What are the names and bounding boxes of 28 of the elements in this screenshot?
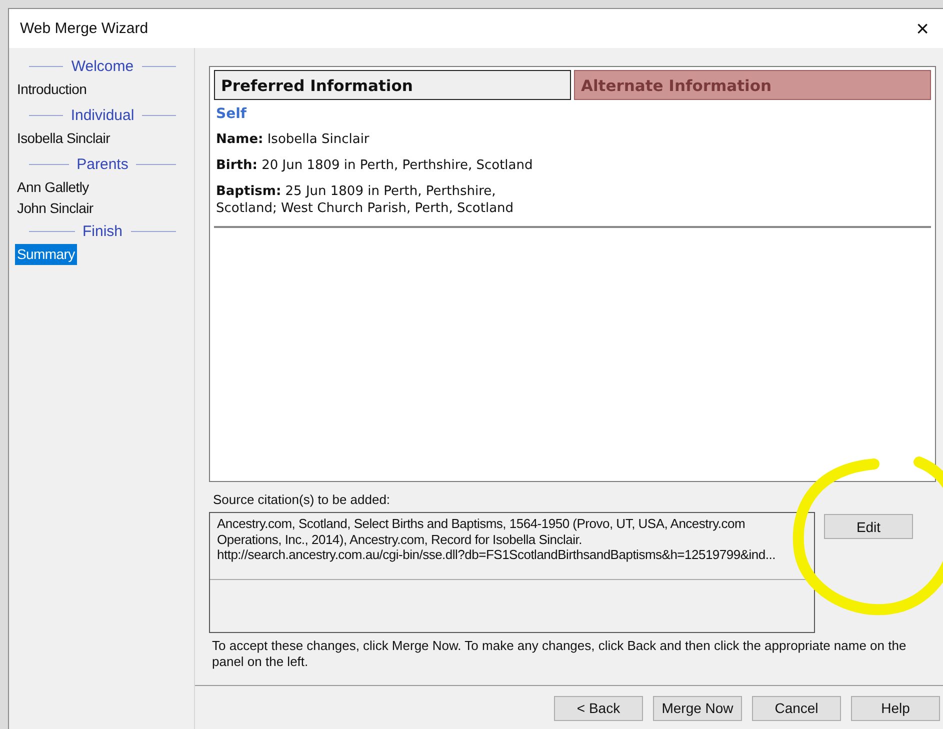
sidebar-item[interactable]: John Sinclair xyxy=(15,198,96,219)
citations-label: Source citation(s) to be added: xyxy=(213,492,390,507)
instructions-text: To accept these changes, click Merge Now. To make any changes, click Back and then click the appropriate name on the panel on the left. xyxy=(212,638,908,670)
wizard-button[interactable]: Cancel xyxy=(752,696,841,720)
close-icon[interactable]: × xyxy=(908,16,937,42)
fact-text: Baptism: 25 Jun 1809 in Perth, Perthshire, Scotland; West Church Parish, Perth, Scotland xyxy=(216,183,515,217)
citation-text: Operations, Inc., 2014), Ancestry.com, Record for Isobella Sinclair. xyxy=(217,532,582,547)
fact-text: Birth: 20 Jun 1809 in Perth, Perthshire, Scotland xyxy=(216,157,534,174)
sidebar-item[interactable]: Isobella Sinclair xyxy=(15,128,112,149)
wizard-button[interactable]: Merge Now xyxy=(653,696,742,720)
citation-text: Ancestry.com, Scotland, Select Births and Baptisms, 1564-1950 (Provo, UT, USA, Ancestry.com xyxy=(217,516,746,532)
wizard-button[interactable]: Help xyxy=(851,696,940,720)
citation-list[interactable] xyxy=(209,512,815,633)
window-title: Web Merge Wizard xyxy=(20,20,148,37)
citation-text: http://search.ancestry.com.au/cgi-bin/sse.dll?db=FS1ScotlandBirthsandBaptisms&h=12519799&ind... xyxy=(217,547,776,562)
column-header: Preferred Information xyxy=(214,70,571,100)
section-heading: Parents xyxy=(76,156,128,173)
sidebar-item[interactable]: Introduction xyxy=(15,79,89,100)
column-header: Alternate Information xyxy=(574,70,931,100)
section-heading: Finish xyxy=(82,223,123,240)
sidebar-item[interactable]: Ann Galletly xyxy=(15,177,91,198)
section-heading: Individual xyxy=(70,107,134,124)
fact-text: Name: Isobella Sinclair xyxy=(216,131,370,148)
wizard-button[interactable]: < Back xyxy=(554,696,643,720)
edit-button[interactable]: Edit xyxy=(824,514,913,539)
sidebar-item[interactable]: Summary xyxy=(15,244,77,265)
section-title: Self xyxy=(216,106,246,122)
section-heading: Welcome xyxy=(71,58,134,75)
